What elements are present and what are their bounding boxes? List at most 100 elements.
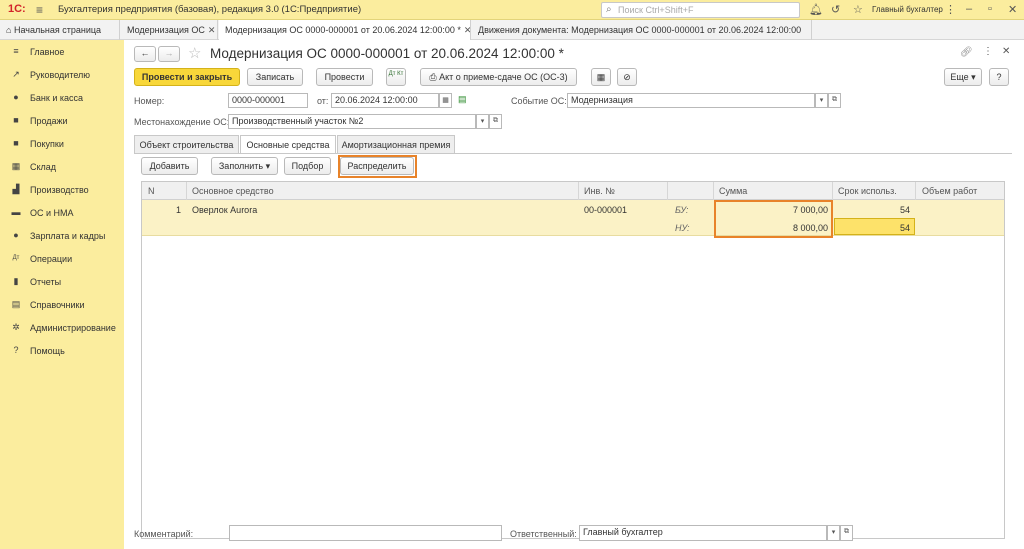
help-button[interactable]: ? [989,68,1009,86]
tab-construction-object[interactable]: Объект строительства [134,135,239,153]
search-placeholder: Поиск Ctrl+Shift+F [618,5,694,15]
event-open-icon[interactable]: ⧉ [828,93,841,108]
close-window-icon[interactable]: ✕ [1008,3,1017,16]
close-form-icon[interactable]: ✕ [1002,46,1010,57]
sidebar-item-label: Склад [30,162,57,172]
sidebar-item-sales[interactable]: ■ Продажи [0,112,124,132]
date-check-icon[interactable]: ▤ [458,94,467,105]
sidebar-item-label: Производство [30,185,89,195]
structure-icon: ▦ [596,72,606,82]
title-bar: 1С: ≡ Бухгалтерия предприятия (базовая),… [0,0,1024,20]
bell-icon[interactable]: 🔔︎ [809,3,823,16]
main-menu-icon[interactable]: ≡ [36,3,43,17]
responsible-open-icon[interactable]: ⧉ [840,525,853,541]
sidebar-item-manager[interactable]: ↗ Руководителю [0,66,124,86]
act-os3-button[interactable]: ⎙ Акт о приеме-сдаче ОС (ОС-3) [420,68,577,86]
comment-field[interactable] [229,525,502,541]
sidebar-item-main[interactable]: ≡ Главное [0,43,124,63]
tab-home[interactable]: ⌂ Начальная страница [0,20,120,40]
star-icon[interactable]: ☆ [853,3,863,16]
global-search[interactable]: ⌕ Поиск Ctrl+Shift+F [601,2,800,18]
search-icon: ⌕ [606,4,612,15]
dropdown-arrow-icon: ▾ [971,72,976,82]
maximize-icon[interactable]: ▫ [988,3,992,15]
location-dropdown-icon[interactable]: ▾ [476,114,489,129]
column-header-n[interactable]: N [148,186,155,196]
table-row[interactable]: 1 Оверлок Aurora 00-000001 БУ: НУ: 7 000… [142,200,1004,236]
tab-fixed-assets[interactable]: Основные средства [240,135,336,154]
favorite-star-icon[interactable]: ☆ [188,44,201,62]
select-button[interactable]: Подбор [284,157,331,175]
column-header-inv[interactable]: Инв. № [584,186,615,196]
event-field[interactable]: Модернизация [567,93,815,108]
app-title: Бухгалтерия предприятия (базовая), редак… [58,4,362,15]
add-button[interactable]: Добавить [141,157,198,175]
row-nu-label: НУ: [675,223,690,233]
date-field[interactable]: 20.06.2024 12:00:00 [331,93,439,108]
close-tab-icon[interactable]: ✕ [464,25,470,35]
structure-button[interactable]: ▦ [591,68,611,86]
chart-icon: ▮ [13,276,19,286]
post-button[interactable]: Провести [316,68,373,86]
event-dropdown-icon[interactable]: ▾ [815,93,828,108]
fill-button[interactable]: Заполнить ▾ [211,157,278,175]
person-icon: ● [13,230,19,240]
sidebar-item-payroll[interactable]: ● Зарплата и кадры [0,227,124,247]
dt-kt-button[interactable]: Дт Кт [386,68,406,86]
sidebar-item-label: Помощь [30,346,65,356]
column-header-asset[interactable]: Основное средство [192,186,274,196]
document-title: Модернизация ОС 0000-000001 от 20.06.202… [210,46,564,61]
column-header-term[interactable]: Срок использ. [838,186,897,196]
sidebar: ≡ Главное ↗ Руководителю ● Банк и касса ■ Пр… [0,40,124,549]
link-icon[interactable]: 🔗︎ [960,47,973,58]
calendar-icon[interactable]: ▦ [439,93,452,108]
sidebar-item-production[interactable]: ▟ Производство [0,181,124,201]
bag-icon: ■ [13,115,19,125]
tabs-divider [134,153,1012,154]
history-icon[interactable]: ↺ [831,3,840,16]
more-actions-icon[interactable]: ⋮ [983,46,993,57]
sidebar-item-help[interactable]: ? Помощь [0,342,124,362]
sidebar-item-reports[interactable]: ▮ Отчеты [0,273,124,293]
sidebar-item-catalogs[interactable]: ▤ Справочники [0,296,124,316]
number-field[interactable]: 0000-000001 [228,93,308,108]
paperclip-icon: ⊘ [623,72,631,82]
sidebar-item-warehouse[interactable]: ▦ Склад [0,158,124,178]
arrow-left-icon: ← [140,48,150,58]
tab-modernization-doc[interactable]: Модернизация ОС 0000-000001 от 20.06.202… [219,20,471,40]
row-term-bu[interactable]: 54 [834,205,910,215]
comment-label: Комментарий: [134,529,194,539]
sidebar-item-label: Главное [30,47,65,57]
more-button[interactable]: Еще ▾ [944,68,982,86]
row-asset[interactable]: Оверлок Aurora [192,205,257,215]
responsible-field[interactable]: Главный бухгалтер [579,525,827,541]
tab-modernization-list[interactable]: Модернизация ОС ✕ [121,20,218,40]
settings-icon[interactable]: ⋮ [945,3,956,16]
number-label: Номер: [134,96,165,106]
responsible-dropdown-icon[interactable]: ▾ [827,525,840,541]
column-header-sum[interactable]: Сумма [719,186,747,196]
attachments-button[interactable]: ⊘ [617,68,637,86]
forward-button[interactable]: → [158,46,180,62]
tab-document-movements[interactable]: Движения документа: Модернизация ОС 0000… [472,20,812,40]
save-button[interactable]: Записать [247,68,303,86]
sidebar-item-operations[interactable]: Дт Операции [0,250,124,270]
sidebar-item-bank[interactable]: ● Банк и касса [0,89,124,109]
truck-icon: ▬ [11,207,21,217]
back-button[interactable]: ← [134,46,156,62]
arrow-right-icon: → [164,48,174,58]
location-field[interactable]: Производственный участок №2 [228,114,476,129]
row-term-nu[interactable]: 54 [834,223,910,233]
close-tab-icon[interactable]: ✕ [208,25,216,35]
tab-depreciation-bonus[interactable]: Амортизационная премия [337,135,455,153]
post-and-close-button[interactable]: Провести и закрыть [134,68,240,86]
trend-icon: ↗ [12,69,20,79]
location-open-icon[interactable]: ⧉ [489,114,502,129]
column-header-volume[interactable]: Объем работ [922,186,977,196]
sidebar-item-fixed-assets[interactable]: ▬ ОС и НМА [0,204,124,224]
sidebar-item-purchases[interactable]: ■ Покупки [0,135,124,155]
table-header: N Основное средство Инв. № Сумма Срок ис… [142,182,1004,200]
current-user[interactable]: Главный бухгалтер [872,5,943,14]
sidebar-item-administration[interactable]: ✲ Администрирование [0,319,124,339]
minimize-icon[interactable]: – [966,3,972,15]
